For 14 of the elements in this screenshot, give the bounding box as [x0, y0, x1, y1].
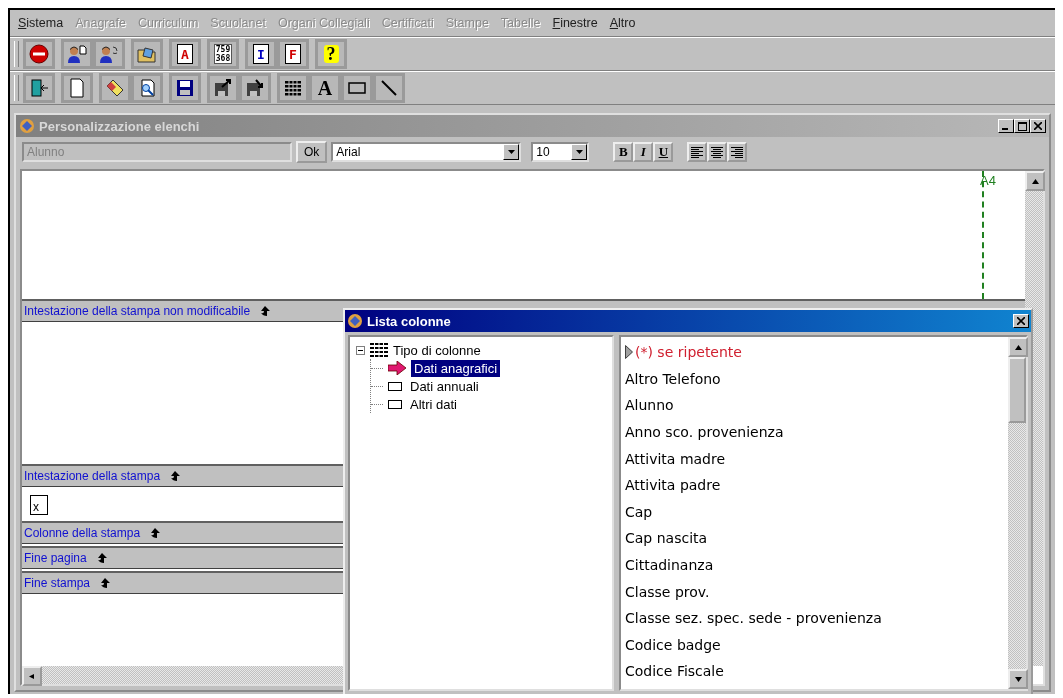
note-text: (*) se ripetente: [635, 344, 742, 361]
section-title: Colonne della stampa: [24, 526, 141, 540]
window-title: Personalizzazione elenchi: [39, 118, 201, 134]
section-title: Fine stampa: [24, 576, 91, 590]
section-title: Intestazione della stampa: [24, 469, 161, 483]
help-icon: ?: [323, 45, 339, 63]
page-size-label: A4: [980, 173, 996, 188]
section-title: Intestazione della stampa non modificabile: [24, 304, 251, 318]
letter-document-icon: I: [253, 44, 269, 64]
dialog-title: Lista colonne: [367, 313, 452, 329]
text-tool-icon: A: [317, 78, 333, 98]
letter-document-icon: A: [177, 44, 193, 64]
letter-document-icon: F: [285, 44, 301, 64]
section-title: Fine pagina: [24, 551, 87, 565]
